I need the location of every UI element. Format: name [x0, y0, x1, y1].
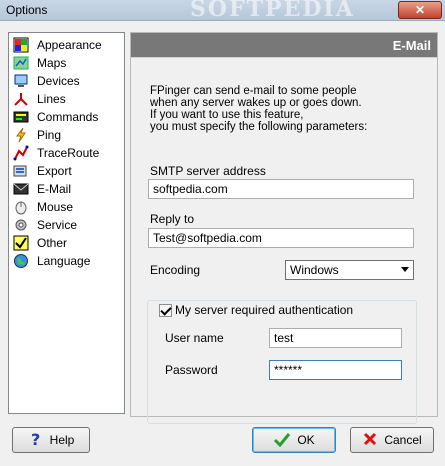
language-icon: [13, 253, 29, 269]
username-input[interactable]: test: [269, 328, 402, 348]
help-label: Help: [49, 433, 75, 447]
description-line: when any server wakes up or goes down.: [150, 97, 362, 109]
sidebar-item-label: Devices: [37, 74, 80, 88]
mouse-icon: [13, 199, 29, 215]
sidebar-item-label: Export: [37, 164, 72, 178]
sidebar-item-ping[interactable]: Ping: [13, 126, 61, 144]
close-icon: ✕: [414, 3, 426, 17]
sidebar-item-label: Maps: [37, 56, 67, 70]
export-icon: [13, 163, 29, 179]
help-icon: ?: [28, 430, 44, 450]
maps-icon: [13, 55, 29, 71]
sidebar-item-other[interactable]: Other: [13, 234, 67, 252]
other-icon: [13, 235, 29, 251]
sidebar-item-traceroute[interactable]: TraceRoute: [13, 144, 99, 162]
ok-button[interactable]: OK: [252, 427, 336, 453]
devices-icon: [13, 73, 29, 89]
cancel-label: Cancel: [384, 433, 422, 447]
sidebar-item-label: E-Mail: [37, 182, 72, 196]
traceroute-icon: [13, 145, 29, 161]
auth-checkbox[interactable]: [159, 304, 172, 317]
sidebar-item-mouse[interactable]: Mouse: [13, 198, 73, 216]
cancel-icon: [362, 431, 378, 450]
password-label: Password: [165, 363, 218, 377]
window-title: Options: [6, 3, 48, 17]
encoding-select[interactable]: Windows: [285, 260, 414, 280]
sidebar-item-maps[interactable]: Maps: [13, 54, 66, 72]
encoding-label: Encoding: [150, 263, 201, 277]
password-input[interactable]: ******: [269, 360, 402, 380]
panel-title: E-Mail: [392, 38, 431, 53]
commands-icon: [13, 109, 29, 125]
sidebar-item-label: Language: [37, 254, 91, 268]
reply-to-input[interactable]: Test@softpedia.com: [148, 228, 414, 248]
sidebar-item-commands[interactable]: Commands: [13, 108, 98, 126]
checkmark-icon: [273, 431, 291, 450]
sidebar-item-label: Other: [37, 236, 68, 250]
sidebar-item-label: Service: [37, 218, 78, 232]
svg-text:?: ?: [31, 431, 40, 447]
ok-label: OK: [297, 433, 315, 447]
sidebar-item-label: TraceRoute: [37, 146, 100, 160]
help-button[interactable]: ? Help: [12, 427, 90, 453]
encoding-value: Windows: [290, 263, 339, 277]
sidebar-item-label: Appearance: [37, 38, 102, 52]
description-line: FPinger can send e-mail to some people: [150, 85, 357, 97]
email-icon: [13, 181, 29, 197]
sidebar-item-email[interactable]: E-Mail: [13, 180, 71, 198]
sidebar-item-appearance[interactable]: Appearance: [13, 36, 102, 54]
smtp-label: SMTP server address: [150, 164, 266, 178]
chevron-down-icon: [401, 267, 409, 272]
sidebar-item-label: Ping: [37, 128, 62, 142]
appearance-icon: [13, 37, 29, 53]
ping-icon: [13, 127, 29, 143]
sidebar: Appearance Maps Devices Lines Commands P…: [8, 32, 125, 414]
sidebar-item-label: Mouse: [37, 200, 74, 214]
email-settings-panel: E-Mail FPinger can send e-mail to some p…: [130, 32, 438, 424]
description-text: FPinger can send e-mail to some people w…: [150, 85, 420, 133]
watermark: SOFTPEDIA: [190, 0, 355, 22]
close-button[interactable]: ✕: [398, 1, 442, 19]
description-line: you must specify the following parameter…: [150, 121, 368, 133]
smtp-input[interactable]: softpedia.com: [148, 179, 414, 199]
options-window: Options SOFTPEDIA ✕ Appearance Maps Devi…: [0, 0, 445, 466]
sidebar-item-label: Lines: [37, 92, 66, 106]
sidebar-item-lines[interactable]: Lines: [13, 90, 66, 108]
service-icon: [13, 217, 29, 233]
description-line: If you want to use this feature,: [150, 109, 304, 121]
cancel-button[interactable]: Cancel: [350, 427, 434, 453]
sidebar-item-label: Commands: [37, 110, 99, 124]
sidebar-item-language[interactable]: Language: [13, 252, 90, 270]
username-label: User name: [165, 331, 224, 345]
panel-header: E-Mail: [131, 33, 437, 58]
title-bar[interactable]: Options SOFTPEDIA ✕: [0, 0, 445, 22]
reply-to-label: Reply to: [150, 212, 195, 226]
auth-label: My server required authentication: [175, 303, 357, 317]
sidebar-item-devices[interactable]: Devices: [13, 72, 80, 90]
lines-icon: [13, 91, 29, 107]
sidebar-item-export[interactable]: Export: [13, 162, 72, 180]
sidebar-item-service[interactable]: Service: [13, 216, 77, 234]
